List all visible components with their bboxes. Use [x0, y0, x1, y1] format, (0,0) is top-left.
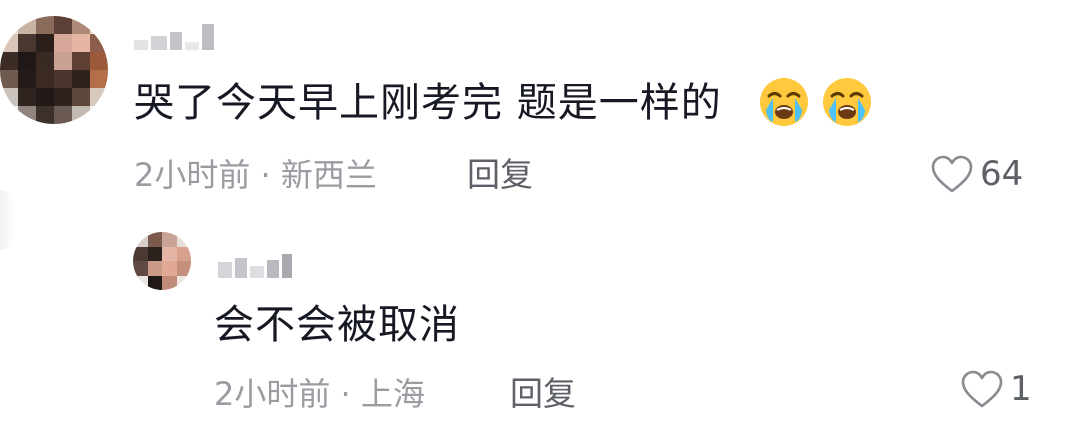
loudly-crying-face-icon	[823, 78, 871, 126]
avatar[interactable]	[0, 16, 108, 124]
like-button[interactable]: 64	[930, 154, 1023, 194]
reply-button[interactable]: 回复	[467, 158, 533, 191]
edge-shadow	[0, 190, 16, 250]
reply-like-button[interactable]: 1	[960, 369, 1032, 409]
reply-like-count: 1	[1010, 369, 1032, 409]
reply-username-redacted[interactable]	[218, 252, 292, 278]
reply-text: 会不会被取消	[214, 302, 460, 348]
like-count: 64	[980, 154, 1024, 194]
heart-outline-icon	[931, 155, 973, 193]
reply-avatar[interactable]	[133, 232, 191, 290]
comment-meta: 2小时前 · 新西兰	[134, 156, 377, 194]
loudly-crying-face-icon	[760, 78, 808, 126]
reply-reply-button[interactable]: 回复	[510, 377, 576, 410]
comment-text: 哭了今天早上刚考完 题是一样的	[134, 83, 722, 123]
username-redacted[interactable]	[134, 22, 214, 50]
reply-meta: 2小时前 · 上海	[214, 375, 425, 413]
comment-body: 哭了今天早上刚考完 题是一样的	[134, 80, 722, 126]
heart-outline-icon	[961, 370, 1003, 408]
comment-section: 哭了今天早上刚考完 题是一样的 2小时前 · 新西兰 回复 64 会不会被取消 …	[0, 0, 1080, 428]
